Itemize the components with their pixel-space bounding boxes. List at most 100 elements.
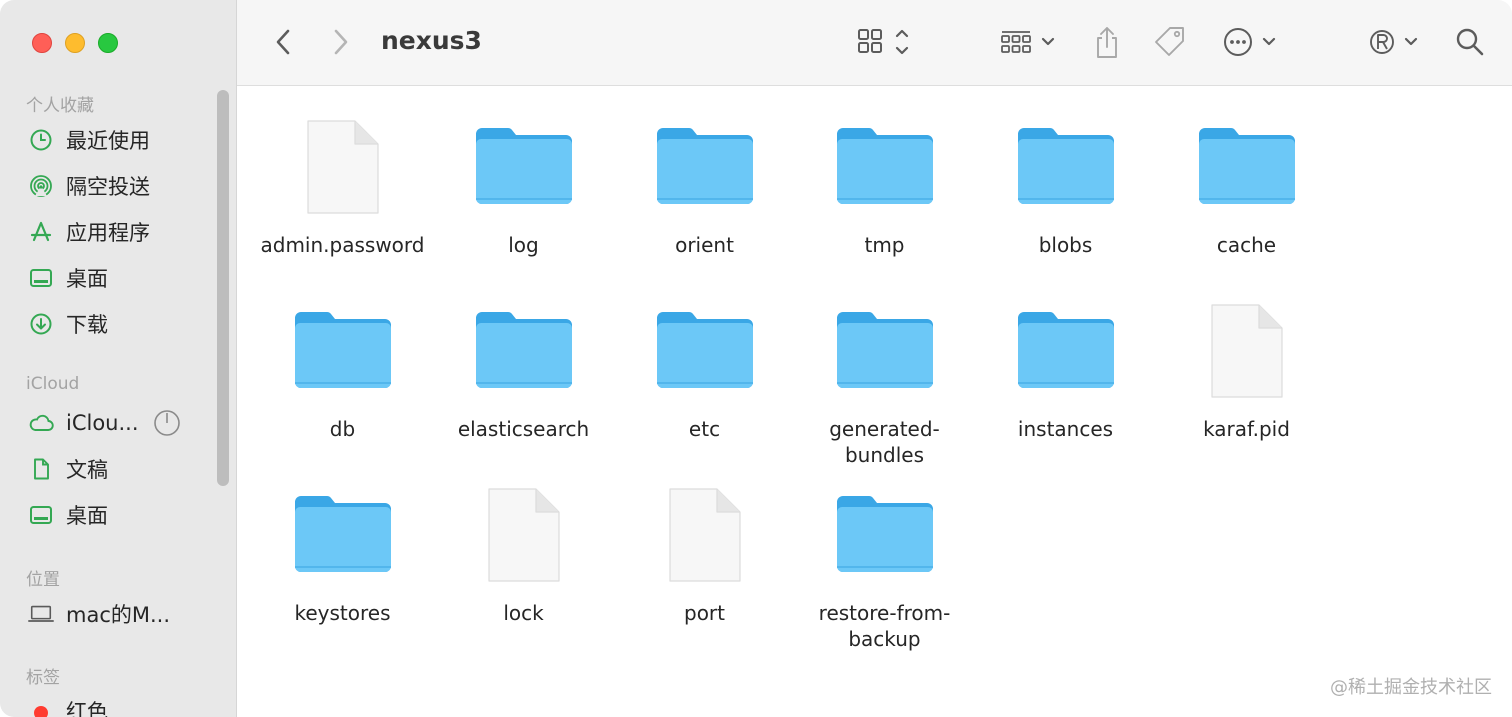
folder-icon (433, 293, 614, 408)
clock-icon (28, 127, 54, 153)
file-item[interactable]: lock (433, 477, 614, 626)
folder-item[interactable]: db (252, 293, 433, 442)
sidebar-item-icloud-drive[interactable]: iClou... (28, 406, 213, 440)
zoom-button[interactable] (98, 33, 118, 53)
folder-item[interactable]: restore-from-backup (794, 477, 975, 652)
red-tag-dot-icon (28, 698, 54, 717)
desktop-icon (28, 502, 54, 528)
file-item[interactable]: karaf.pid (1156, 293, 1337, 442)
minimize-button[interactable] (65, 33, 85, 53)
sidebar-item-label: mac的M... (66, 603, 171, 627)
section-icloud-title: iCloud (26, 374, 80, 394)
item-name: cache (1216, 233, 1277, 257)
item-name: log (508, 233, 539, 257)
item-name: restore-from-backup (818, 601, 951, 651)
folder-icon (794, 293, 975, 408)
share-button[interactable] (1089, 22, 1125, 62)
item-name: port (684, 601, 725, 625)
folder-icon (252, 477, 433, 592)
sidebar-item-label: 桌面 (66, 267, 108, 291)
sidebar-item-label: iClou... (66, 411, 139, 435)
folder-icon (252, 293, 433, 408)
sidebar-item-icloud-desktop[interactable]: 桌面 (28, 498, 213, 532)
document-icon (1156, 293, 1337, 408)
item-name: db (329, 417, 356, 441)
sidebar-scrollbar[interactable] (217, 90, 229, 486)
document-icon (28, 456, 54, 482)
folder-item[interactable]: orient (614, 109, 795, 258)
search-button[interactable] (1450, 22, 1490, 62)
item-name: lock (503, 601, 544, 625)
extension-button[interactable] (1365, 22, 1429, 62)
toolbar: nexus3 (237, 0, 1512, 86)
folder-item[interactable]: etc (614, 293, 795, 442)
document-icon (614, 477, 795, 592)
sidebar-item-recents[interactable]: 最近使用 (28, 123, 213, 157)
applications-icon (28, 219, 54, 245)
item-name: blobs (1038, 233, 1093, 257)
item-name: orient (675, 233, 734, 257)
folder-item[interactable]: cache (1156, 109, 1337, 258)
icloud-progress-icon (153, 409, 181, 437)
folder-item[interactable]: tmp (794, 109, 975, 258)
folder-icon (1156, 109, 1337, 224)
registered-icon (1370, 30, 1394, 54)
item-name: tmp (864, 233, 905, 257)
sidebar-item-label: 文稿 (66, 458, 108, 482)
item-name: generated-bundles (829, 417, 940, 467)
airdrop-icon (28, 173, 54, 199)
sidebar-item-mac[interactable]: mac的M... (28, 597, 213, 631)
folder-icon (975, 293, 1156, 408)
folder-icon (614, 109, 795, 224)
finder-window: 个人收藏 最近使用 隔空投送 应用程序 桌面 下载 iCloud iClou..… (0, 0, 1512, 717)
folder-item[interactable]: keystores (252, 477, 433, 626)
sidebar-item-applications[interactable]: 应用程序 (28, 215, 213, 249)
more-actions-button[interactable] (1220, 22, 1284, 62)
watermark: @稀土掘金技术社区 (1330, 677, 1492, 698)
sidebar-item-label: 应用程序 (66, 221, 150, 245)
folder-item[interactable]: instances (975, 293, 1156, 442)
item-name: instances (1017, 417, 1114, 441)
sidebar-item-desktop[interactable]: 桌面 (28, 261, 213, 295)
desktop-icon (28, 265, 54, 291)
file-item[interactable]: port (614, 477, 795, 626)
group-button[interactable] (997, 24, 1061, 60)
view-mode-button[interactable] (853, 24, 917, 60)
folder-icon (975, 109, 1156, 224)
close-button[interactable] (32, 33, 52, 53)
folder-item[interactable]: log (433, 109, 614, 258)
laptop-icon (28, 601, 54, 627)
chevron-left-icon (276, 29, 290, 55)
folder-item[interactable]: generated-bundles (794, 293, 975, 468)
sidebar-item-tag-red[interactable]: 红色 (28, 694, 213, 717)
folder-item[interactable]: blobs (975, 109, 1156, 258)
document-icon (433, 477, 614, 592)
item-name: etc (688, 417, 721, 441)
item-name: admin.password (260, 233, 425, 257)
tag-button[interactable] (1151, 22, 1189, 62)
cloud-icon (28, 410, 54, 436)
search-icon (1456, 28, 1484, 56)
sidebar-item-downloads[interactable]: 下载 (28, 307, 213, 341)
window-title: nexus3 (381, 26, 482, 55)
chevron-right-icon (334, 29, 348, 55)
share-icon (1097, 27, 1117, 58)
forward-button[interactable] (325, 24, 357, 60)
sidebar-item-documents[interactable]: 文稿 (28, 452, 213, 486)
window-controls (32, 33, 118, 53)
sidebar: 个人收藏 最近使用 隔空投送 应用程序 桌面 下载 iCloud iClou..… (0, 0, 237, 717)
back-button[interactable] (267, 24, 299, 60)
folder-icon (794, 109, 975, 224)
folder-item[interactable]: elasticsearch (433, 293, 614, 442)
sidebar-item-airdrop[interactable]: 隔空投送 (28, 169, 213, 203)
sidebar-item-label: 下载 (66, 313, 108, 337)
ellipsis-circle-icon (1224, 28, 1252, 56)
group-icon (1001, 31, 1031, 53)
sidebar-item-label: 桌面 (66, 504, 108, 528)
tag-icon (1155, 27, 1184, 56)
document-icon (252, 109, 433, 224)
file-item[interactable]: admin.password (252, 109, 433, 258)
item-name: keystores (294, 601, 391, 625)
section-locations-title: 位置 (26, 570, 60, 590)
folder-icon (614, 293, 795, 408)
